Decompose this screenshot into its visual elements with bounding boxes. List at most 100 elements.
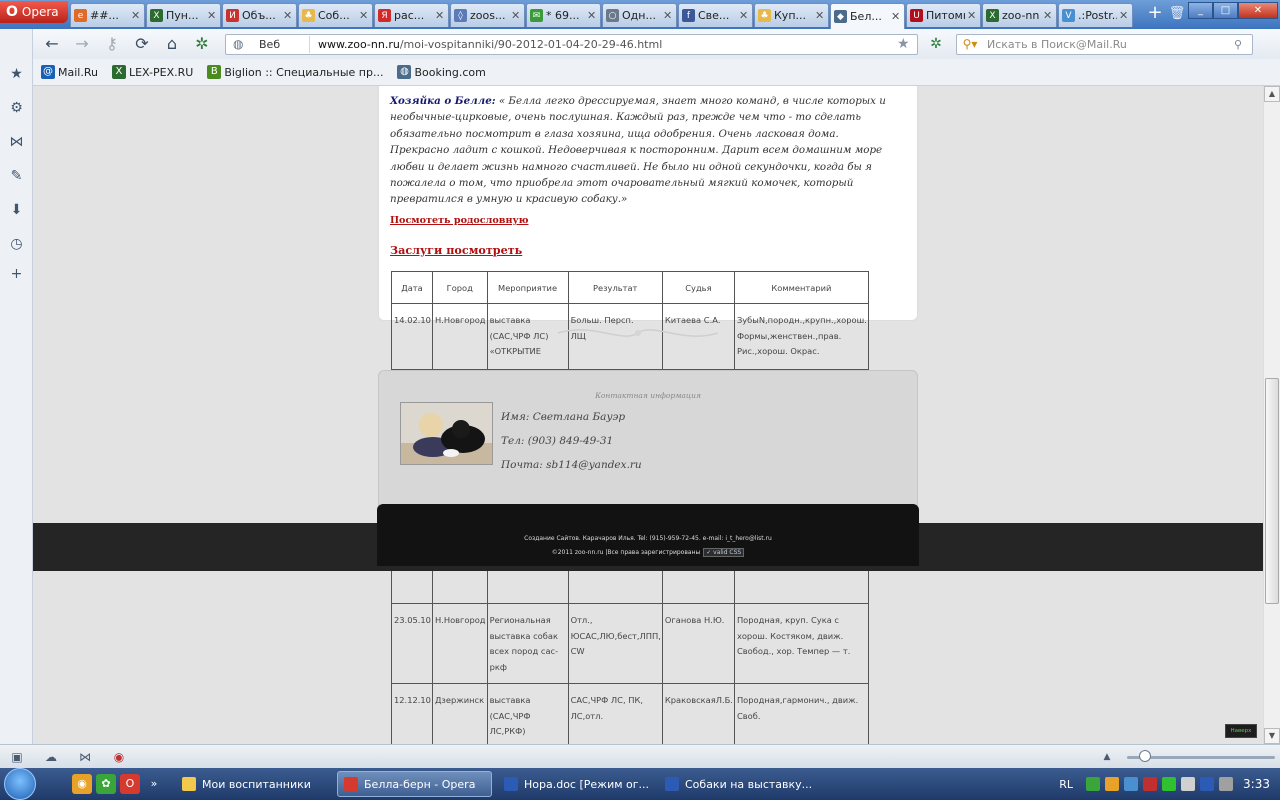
trash-icon[interactable]: 🗑 (1166, 3, 1188, 25)
table-cell: 12.12.10 (391, 682, 433, 744)
close-tab-icon[interactable]: ✕ (967, 9, 977, 22)
back-icon[interactable]: ← (37, 32, 67, 56)
reload-icon[interactable]: ⟳ (127, 32, 157, 56)
more-quicklaunch-icon[interactable]: » (144, 774, 164, 794)
taskbar-item[interactable]: Белла-берн - Opera (337, 771, 492, 797)
bookmark-item[interactable]: B Biglion :: Специальные пр... (207, 65, 383, 79)
tab-2[interactable]: И Объ... ✕ (222, 3, 297, 27)
close-tab-icon[interactable]: ✕ (1043, 9, 1053, 22)
tab-11[interactable]: UПитомн...✕ (906, 3, 981, 27)
unite-status-icon[interactable]: ⋈ (76, 748, 94, 766)
taskbar-item[interactable]: Собаки на выставку... (659, 771, 814, 797)
valid-css-badge[interactable]: ✓ valid CSS (703, 548, 745, 557)
view-up-icon[interactable]: ▲ (1098, 748, 1116, 766)
tab-5[interactable]: ◊ zoos... ✕ (450, 3, 525, 27)
close-window-button[interactable]: ✕ (1238, 2, 1278, 19)
search-field[interactable]: ⚲▾ Искать в Поиск@Mail.Ru ⚲ (956, 33, 1253, 55)
tab-12[interactable]: Xzoo-nn ...✕ (982, 3, 1057, 27)
language-indicator[interactable]: RL (1059, 778, 1073, 791)
address-field[interactable]: ◍ Веб www.zoo-nn.ru/moi-vospitanniki/90-… (225, 33, 918, 55)
opera-quicklaunch-icon[interactable]: O (120, 774, 140, 794)
table-cell: Н.Новгород (431, 603, 488, 684)
opera-turbo-icon[interactable]: ✲ (924, 36, 948, 52)
taskbar-item[interactable]: Мои воспитанники (176, 771, 331, 797)
close-tab-icon[interactable]: ✕ (511, 9, 521, 22)
close-tab-icon[interactable]: ✕ (207, 9, 217, 22)
chrome-icon[interactable]: ◉ (72, 774, 92, 794)
add-panel-icon[interactable]: + (7, 265, 26, 284)
contact-email[interactable]: Почта: sb114@yandex.ru (501, 459, 642, 471)
close-tab-icon[interactable]: ✕ (1119, 9, 1129, 22)
tray-app-icon[interactable] (1086, 777, 1101, 791)
unite-icon[interactable]: ⋈ (7, 133, 26, 152)
tray-app-icon[interactable] (1162, 777, 1177, 791)
opera-menu-label: Opera (21, 5, 59, 19)
tab-1[interactable]: X Пун... ✕ (146, 3, 221, 27)
browser-window: O Opera e ##... ✕ X Пун... ✕ И Объ... ✕ ♣ Соб... ✕ Я… (0, 0, 1280, 800)
tab-8[interactable]: f Све... ✕ (678, 3, 753, 27)
scroll-down-arrow-icon[interactable]: ▼ (1264, 728, 1280, 744)
close-tab-icon[interactable]: ✕ (359, 9, 369, 22)
turbo-status-icon[interactable]: ◉ (110, 748, 128, 766)
search-go-icon[interactable]: ⚲ (1234, 38, 1252, 51)
key-icon[interactable]: ⚷ (97, 32, 127, 56)
tab-13[interactable]: V.:Postr...✕ (1058, 3, 1133, 27)
panel-toggle-icon[interactable]: ▣ (8, 748, 26, 766)
bookmark-label: LEX-PEX.RU (128, 65, 194, 79)
minimize-button[interactable]: _ (1188, 2, 1213, 19)
volume-icon[interactable] (1219, 777, 1234, 791)
footer-box: Создание Сайтов. Карачаров Илья. Tel: (9… (377, 504, 919, 566)
scroll-up-arrow-icon[interactable]: ▲ (1264, 86, 1280, 102)
bookmark-item[interactable]: X LEX-PEX.RU (111, 65, 194, 79)
close-tab-icon[interactable]: ✕ (739, 9, 749, 22)
close-tab-icon[interactable]: ✕ (435, 9, 445, 22)
start-button[interactable] (4, 768, 36, 800)
tab-10[interactable]: ◆ Бел... ✕ (830, 3, 905, 29)
downloads-icon[interactable]: ⬇ (7, 201, 26, 220)
notes-icon[interactable]: ✎ (7, 167, 26, 186)
new-tab-button[interactable]: + (1144, 3, 1166, 25)
close-tab-icon[interactable]: ✕ (587, 9, 597, 22)
merits-link[interactable]: Заслуги посмотреть (390, 243, 522, 257)
url-text[interactable]: www.zoo-nn.ru/moi-vospitanniki/90-2012-0… (318, 38, 897, 51)
zoom-slider-knob[interactable] (1139, 750, 1151, 762)
tab-9[interactable]: ♣ Куп... ✕ (754, 3, 829, 27)
tab-4[interactable]: Ярас... ✕ (374, 3, 449, 27)
tab-0[interactable]: e ##... ✕ (70, 3, 145, 27)
search-engine-icon[interactable]: ⚲▾ (957, 37, 983, 51)
close-tab-icon[interactable]: ✕ (663, 9, 673, 22)
cloud-icon[interactable]: ☁ (42, 748, 60, 766)
close-tab-icon[interactable]: ✕ (131, 9, 141, 22)
opera-menu-button[interactable]: O Opera (0, 1, 68, 23)
close-tab-icon[interactable]: ✕ (891, 10, 901, 23)
tray-app-icon[interactable] (1124, 777, 1139, 791)
bookmark-star-icon[interactable]: ★ (897, 36, 917, 52)
owner-photo (400, 402, 493, 465)
home-icon[interactable]: ⌂ (157, 32, 187, 56)
vertical-scrollbar[interactable]: ▲ ▼ (1263, 86, 1280, 744)
tab-6[interactable]: ✉ * 69... ✕ (526, 3, 601, 27)
bookmark-item[interactable]: @ Mail.Ru (41, 65, 98, 79)
bookmark-item[interactable]: ◍ Booking.com (397, 65, 486, 79)
maximize-button[interactable]: □ (1213, 2, 1238, 19)
pedigree-link[interactable]: Посмотеть родословную (390, 215, 528, 226)
close-tab-icon[interactable]: ✕ (283, 9, 293, 22)
flower-icon[interactable]: ✿ (96, 774, 116, 794)
back-to-top-button[interactable]: Наверх (1225, 724, 1257, 738)
tray-app-icon[interactable] (1181, 777, 1196, 791)
tab-3[interactable]: ♣ Соб... ✕ (298, 3, 373, 27)
tab-7[interactable]: ○ Одн... ✕ (602, 3, 677, 27)
bookmarks-star-icon[interactable]: ★ (7, 65, 26, 84)
history-icon[interactable]: ◷ (7, 235, 26, 254)
forward-icon[interactable]: → (67, 32, 97, 56)
scroll-thumb[interactable] (1265, 378, 1279, 604)
gear-icon[interactable]: ⚙ (7, 99, 26, 118)
tab-strip: e ##... ✕ X Пун... ✕ И Объ... ✕ ♣ Соб... ✕ Ярас... ✕ ◊… (70, 0, 1144, 29)
turbo-icon[interactable]: ✲ (187, 32, 217, 56)
tray-app-icon[interactable] (1143, 777, 1158, 791)
tray-app-icon[interactable] (1200, 777, 1215, 791)
taskbar-item[interactable]: Нора.doc [Режим ог... (498, 771, 653, 797)
close-tab-icon[interactable]: ✕ (815, 9, 825, 22)
tray-app-icon[interactable] (1105, 777, 1120, 791)
clock[interactable]: 3:33 (1243, 777, 1270, 791)
